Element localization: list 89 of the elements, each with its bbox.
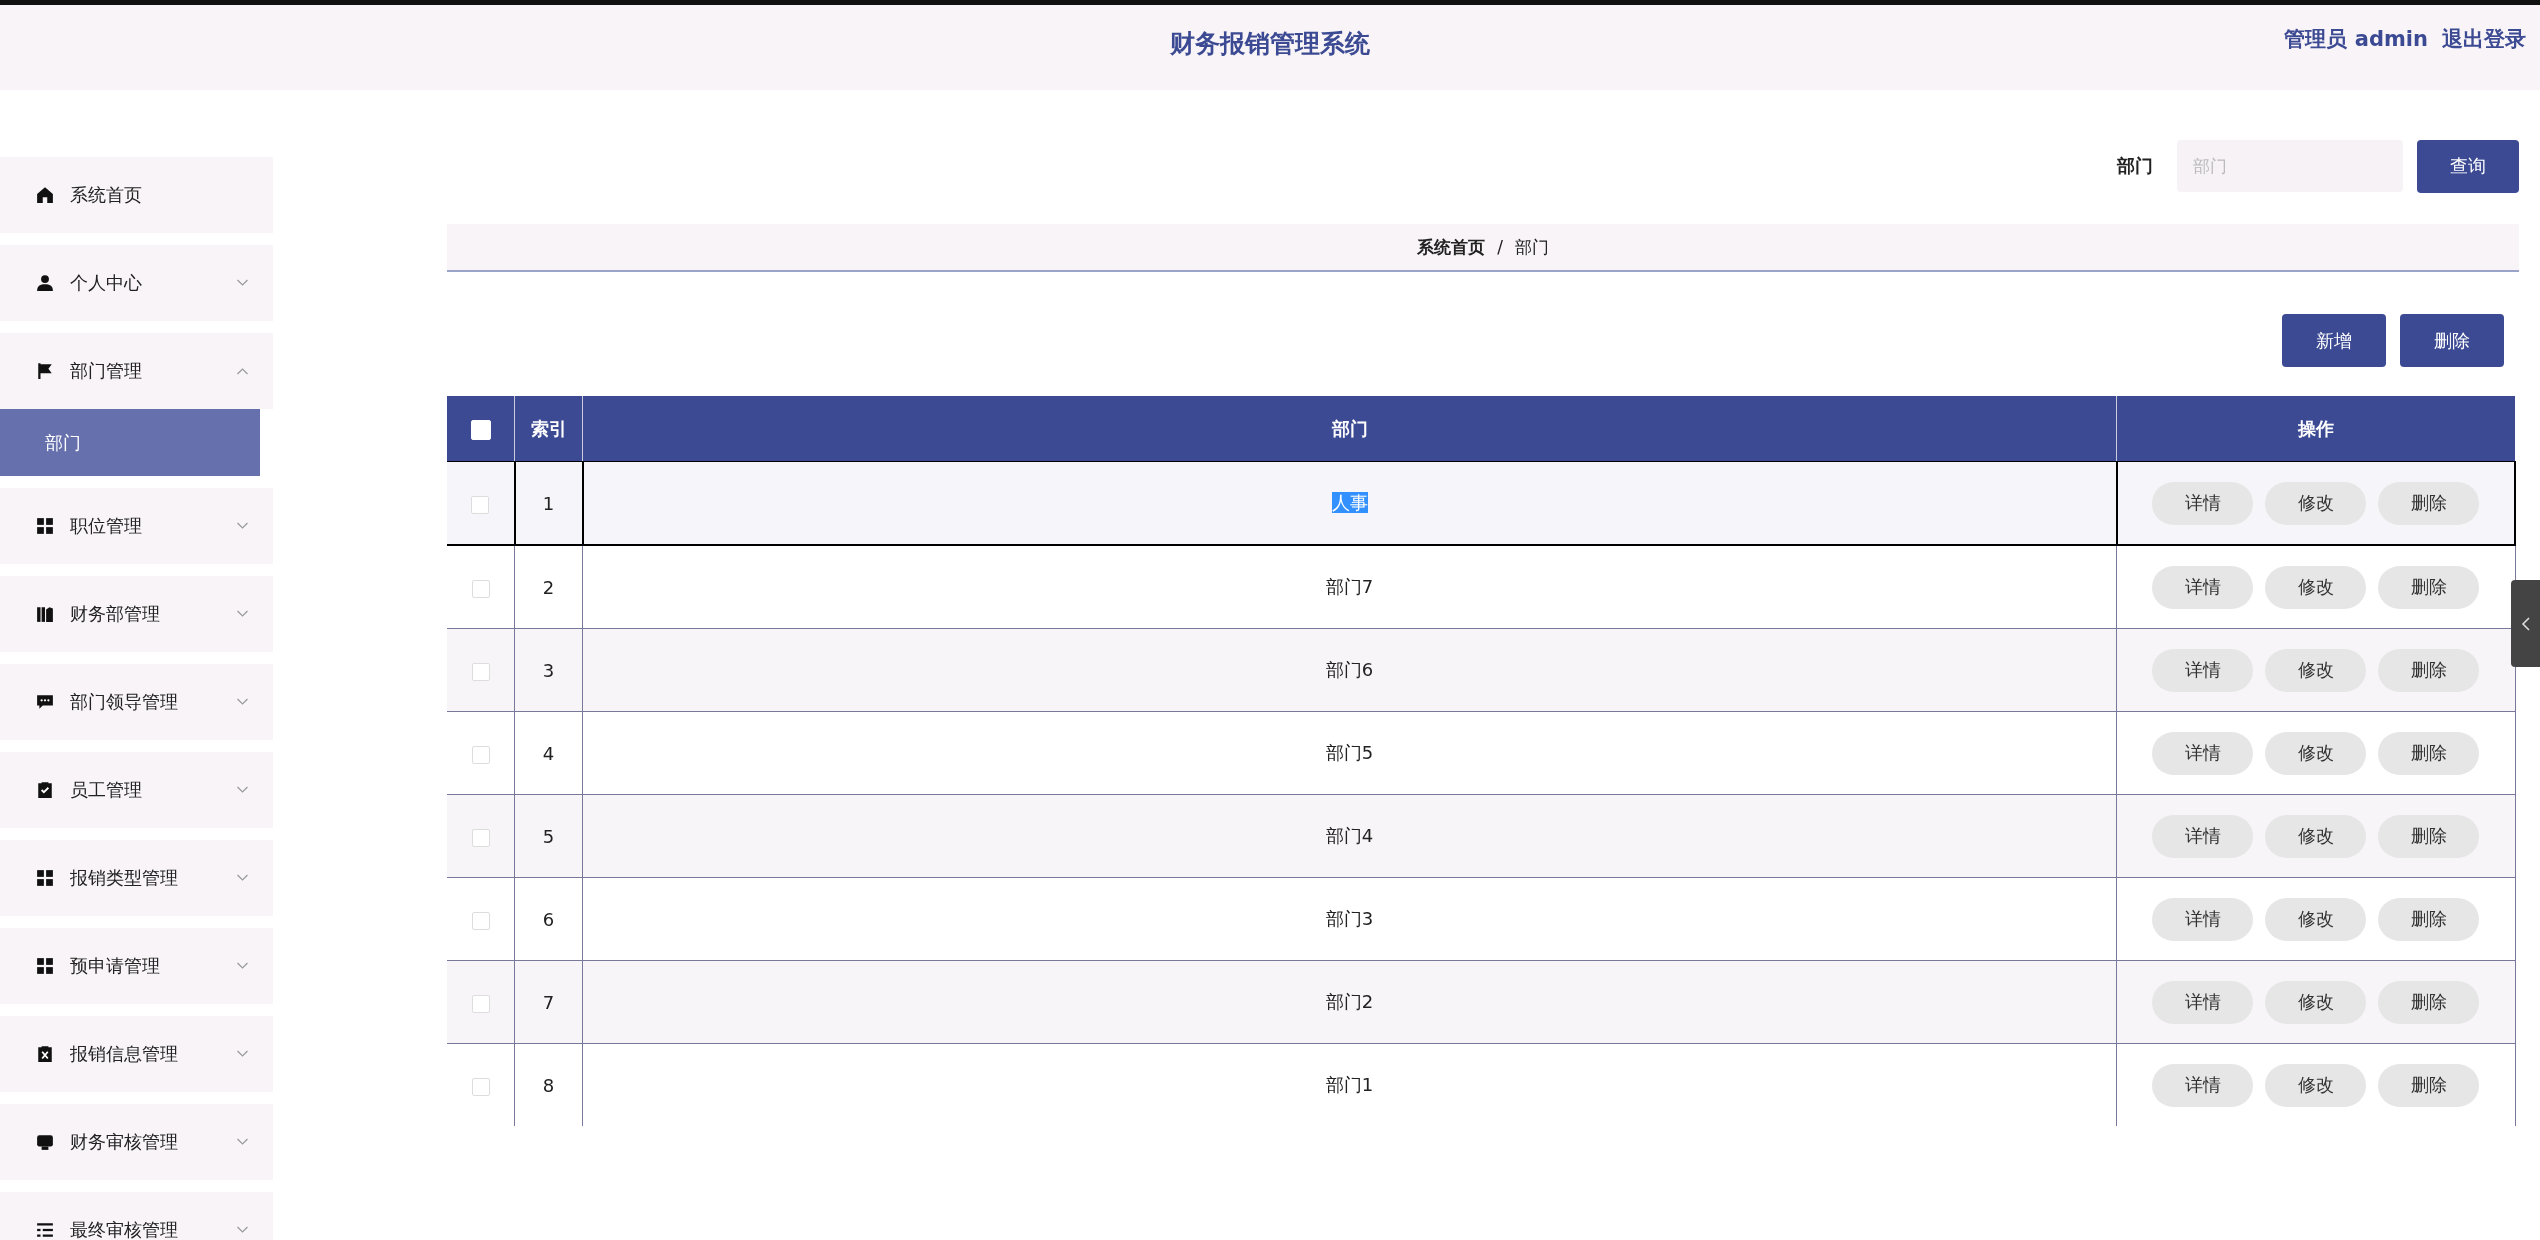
menu-item[interactable]: 最终审核管理 (0, 1192, 273, 1240)
table-cell: 7 (514, 960, 583, 1044)
collapse-tab[interactable] (2511, 580, 2540, 667)
edit-button[interactable]: 修改 (2265, 814, 2367, 858)
table-cell: 8 (514, 1043, 583, 1126)
edit-button[interactable]: 修改 (2265, 648, 2367, 692)
menu-item[interactable]: 员工管理 (0, 752, 273, 828)
edit-button[interactable]: 修改 (2265, 565, 2367, 609)
edit-button[interactable]: 修改 (2265, 897, 2367, 941)
table-cell: 1 (514, 461, 583, 545)
menu-item[interactable]: 财务审核管理 (0, 1104, 273, 1180)
breadcrumb-separator: / (1497, 237, 1503, 257)
table-cell: 部门4 (1325, 825, 1374, 846)
submenu-item[interactable]: 部门 (0, 409, 260, 476)
search-button[interactable]: 查询 (2417, 139, 2519, 193)
grid-icon (36, 517, 54, 535)
column-header: 操作 (2116, 396, 2515, 462)
menu-item[interactable]: 预申请管理 (0, 928, 273, 1004)
column-header: 部门 (582, 396, 2117, 462)
details-button[interactable]: 详情 (2152, 481, 2254, 525)
search-field[interactable]: 部门 (2177, 140, 2403, 192)
breadcrumb-item[interactable]: 系统首页 (1417, 235, 1486, 259)
menu-item[interactable]: 个人中心 (0, 245, 273, 321)
details-button[interactable]: 详情 (2152, 980, 2254, 1024)
table-cell: 部门6 (1325, 659, 1374, 680)
edit-button[interactable]: 修改 (2265, 980, 2367, 1024)
menu-item[interactable]: 部门领导管理 (0, 664, 273, 740)
table-cell: 人事 (1331, 492, 1368, 513)
checkbox[interactable] (471, 828, 490, 847)
table-cell: 部门1 (1325, 1074, 1374, 1095)
search-label: 部门 (2117, 154, 2153, 178)
breadcrumb-item: 部门 (1514, 235, 1549, 259)
delete-button[interactable]: 删除 (2378, 980, 2480, 1024)
chat-icon (36, 693, 54, 711)
menu-item[interactable]: 财务部管理 (0, 576, 273, 652)
table-cell: 部门5 (1325, 742, 1374, 763)
checkbox[interactable] (471, 911, 490, 930)
clipboard-check-icon (36, 781, 54, 799)
delete-button[interactable]: 删除 (2378, 481, 2480, 525)
checkbox[interactable] (471, 745, 490, 764)
menu-item[interactable]: 系统首页 (0, 157, 273, 233)
books-icon (36, 605, 54, 623)
menu-item[interactable]: 职位管理 (0, 488, 273, 564)
details-button[interactable]: 详情 (2152, 1063, 2254, 1107)
checkbox[interactable] (471, 579, 490, 598)
edit-button[interactable]: 修改 (2265, 1063, 2367, 1107)
table-cell: 部门3 (1325, 908, 1374, 929)
user-label: 管理员 admin (2284, 26, 2428, 53)
table-cell: 5 (514, 794, 583, 878)
flag-icon (36, 362, 54, 380)
details-button[interactable]: 详情 (2152, 897, 2254, 941)
table-cell: 4 (514, 711, 583, 795)
menu-item[interactable]: 报销信息管理 (0, 1016, 273, 1092)
delete-button[interactable]: 删除 (2378, 731, 2480, 775)
table-cell: 3 (514, 628, 583, 712)
column-header: 索引 (514, 396, 583, 462)
user-icon (36, 274, 54, 292)
checkbox[interactable] (471, 495, 490, 514)
logout-link[interactable]: 退出登录 (2442, 25, 2526, 53)
menu-item[interactable]: 报销类型管理 (0, 840, 273, 916)
table-cell: 2 (514, 545, 583, 629)
table-cell: 部门2 (1325, 991, 1374, 1012)
checkbox[interactable] (471, 662, 490, 681)
menu-item[interactable]: 部门管理 (0, 333, 273, 409)
details-button[interactable]: 详情 (2152, 565, 2254, 609)
grid-icon (36, 869, 54, 887)
monitor-icon (36, 1133, 54, 1151)
details-button[interactable]: 详情 (2152, 648, 2254, 692)
delete-button[interactable]: 删除 (2378, 648, 2480, 692)
checkbox[interactable] (471, 1077, 490, 1096)
delete-button[interactable]: 删除 (2400, 314, 2504, 367)
delete-button[interactable]: 删除 (2378, 565, 2480, 609)
add-button[interactable]: 新增 (2282, 314, 2386, 367)
app-title: 财务报销管理系统 (1170, 28, 1370, 60)
delete-button[interactable]: 删除 (2378, 1063, 2480, 1107)
list-icon (36, 1221, 54, 1239)
chevron-left-icon (2520, 615, 2531, 632)
edit-button[interactable]: 修改 (2265, 481, 2367, 525)
details-button[interactable]: 详情 (2152, 731, 2254, 775)
edit-button[interactable]: 修改 (2265, 731, 2367, 775)
grid-icon (36, 957, 54, 975)
delete-button[interactable]: 删除 (2378, 814, 2480, 858)
clipboard-x-icon (36, 1045, 54, 1063)
home-icon (36, 186, 54, 204)
table-cell: 部门7 (1325, 576, 1374, 597)
delete-button[interactable]: 删除 (2378, 897, 2480, 941)
checkbox[interactable] (471, 994, 490, 1013)
details-button[interactable]: 详情 (2152, 814, 2254, 858)
table-cell: 6 (514, 877, 583, 961)
